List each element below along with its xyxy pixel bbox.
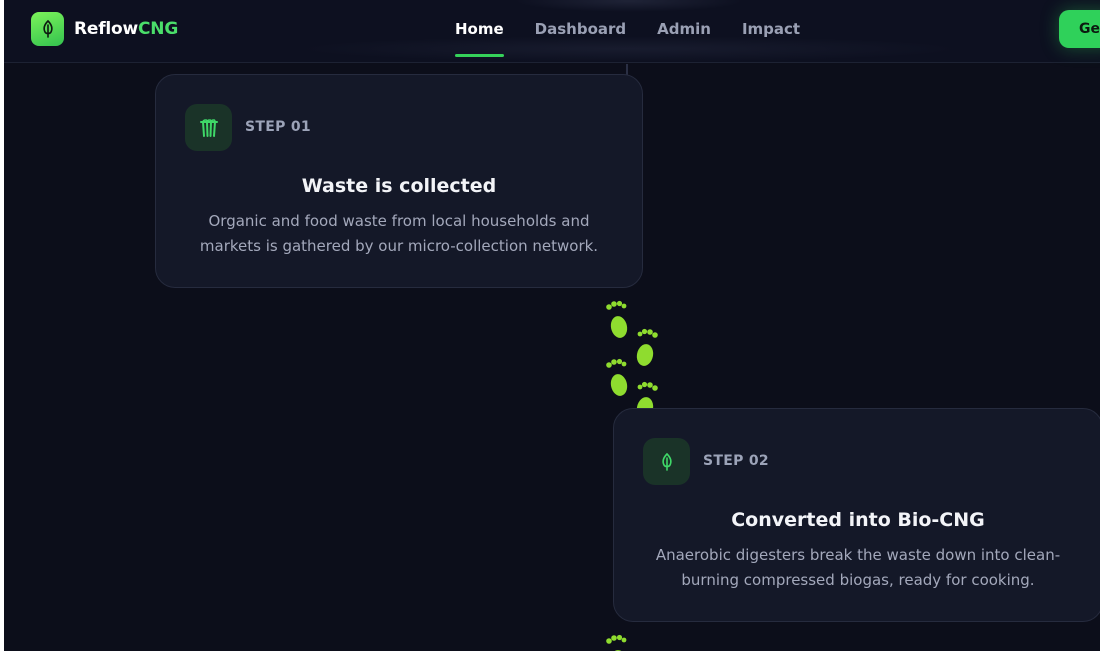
brand-logo[interactable]: ReflowCNG [31, 12, 178, 46]
footprint-icon [636, 328, 658, 366]
step-label: STEP 01 [245, 119, 311, 135]
footprint-icon [636, 381, 658, 411]
nav-dashboard[interactable]: Dashboard [535, 0, 626, 60]
step-card-1: STEP 01 Waste is collected Organic and f… [155, 74, 643, 288]
footprint-icon [606, 634, 628, 651]
step-card-2: STEP 02 Converted into Bio-CNG Anaerobic… [613, 408, 1100, 622]
window-left-edge [0, 0, 4, 651]
nav-links: Home Dashboard Admin Impact [455, 0, 831, 63]
leaf-icon [31, 12, 64, 46]
nav-admin[interactable]: Admin [657, 0, 711, 60]
step-title: Waste is collected [301, 175, 497, 197]
get-started-button[interactable]: Ge [1059, 10, 1100, 48]
brand-name-part2: CNG [138, 19, 179, 39]
nav-impact[interactable]: Impact [742, 0, 800, 60]
step-description: Organic and food waste from local househ… [199, 212, 599, 255]
brand-name-part1: Reflow [74, 19, 139, 39]
step-description: Anaerobic digesters break the waste down… [655, 546, 1061, 589]
nav-home[interactable]: Home [455, 0, 504, 60]
leaf-icon [643, 438, 690, 485]
step-label: STEP 02 [703, 453, 769, 469]
brand-name: ReflowCNG [74, 19, 178, 39]
top-navbar: ReflowCNG Home Dashboard Admin Impact [4, 0, 1100, 63]
footprint-icon [606, 358, 628, 396]
trash-bin-icon [185, 104, 232, 151]
step-title: Converted into Bio-CNG [731, 509, 985, 531]
footprint-icon [606, 300, 628, 338]
